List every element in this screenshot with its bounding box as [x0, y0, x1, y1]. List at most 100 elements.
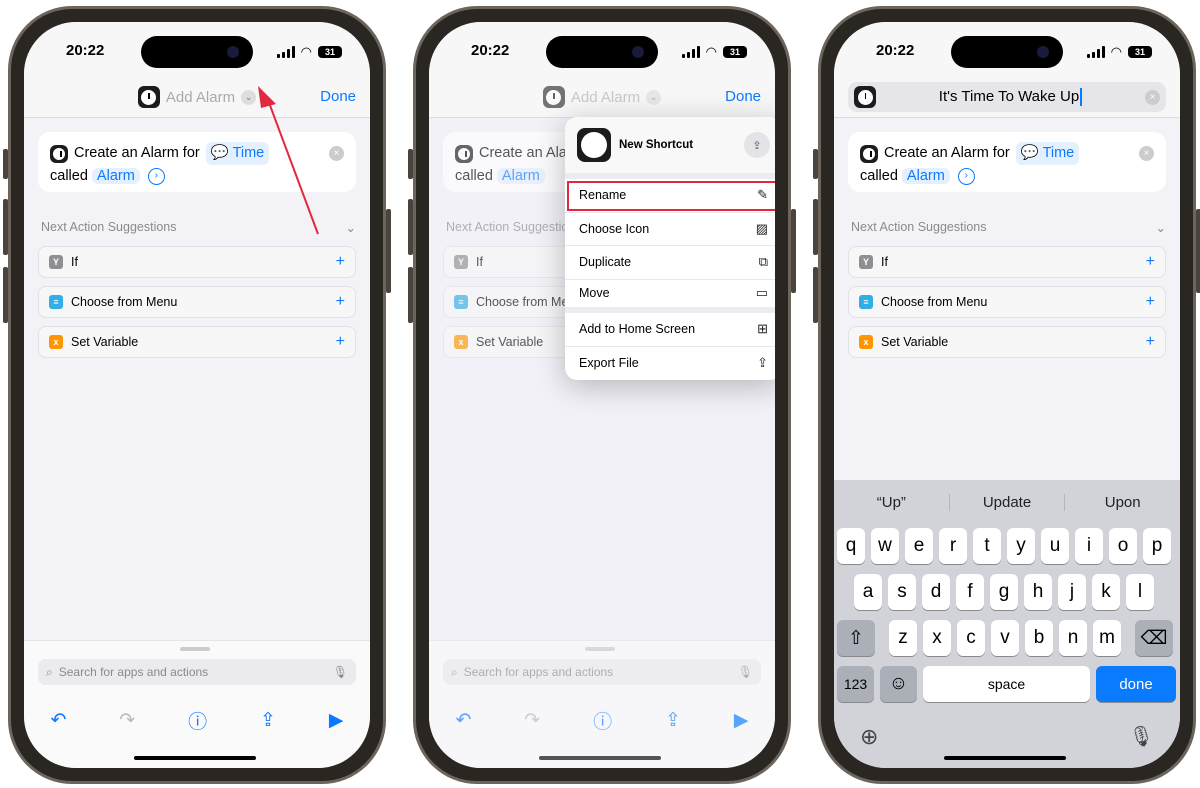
time-token[interactable]: 💬 Time [1015, 142, 1080, 165]
add-icon[interactable]: + [1146, 333, 1155, 351]
key-y[interactable]: y [1007, 528, 1035, 564]
expand-icon[interactable]: › [957, 167, 975, 185]
microphone-icon[interactable]: 🎙 [333, 665, 348, 679]
info-icon[interactable]: ⓘ [188, 707, 207, 734]
battery-icon: 31 [318, 46, 342, 58]
search-input[interactable]: ⌕ Search for apps and actions 🎙 [38, 659, 356, 685]
key-j[interactable]: j [1058, 574, 1086, 610]
key-g[interactable]: g [990, 574, 1018, 610]
undo-icon[interactable]: ↶ [50, 709, 66, 732]
menu-item-duplicate[interactable]: Duplicate ⧉ [565, 246, 775, 280]
share-icon[interactable]: ⇪ [744, 132, 770, 158]
key-f[interactable]: f [956, 574, 984, 610]
rename-input[interactable]: It's Time To Wake Up × [848, 82, 1166, 112]
redo-icon[interactable]: ↷ [119, 709, 135, 732]
suggestion-set-variable[interactable]: x Set Variable + [38, 326, 356, 358]
clock-icon [860, 144, 878, 163]
key-r[interactable]: r [939, 528, 967, 564]
remove-action-icon[interactable]: × [1139, 146, 1154, 161]
prediction[interactable]: Update [950, 493, 1066, 511]
done-button[interactable]: Done [320, 88, 356, 105]
clock-icon [854, 86, 876, 108]
clock-icon [137, 86, 160, 108]
shift-key[interactable]: ⇧ [837, 620, 875, 656]
create-alarm-action[interactable]: Create an Alarm for 💬 Time called Alarm … [848, 132, 1166, 192]
chevron-down-icon[interactable]: ⌄ [1156, 220, 1166, 235]
action-text: Create an Alarm for [74, 145, 200, 161]
key-q[interactable]: q [837, 528, 865, 564]
suggestion-choose-from-menu[interactable]: ≡ Choose from Menu + [38, 286, 356, 318]
photo-icon: ▨ [755, 220, 768, 236]
chevron-down-icon[interactable]: ⌄ [346, 220, 356, 235]
remove-action-icon[interactable]: × [329, 146, 344, 161]
done-button[interactable]: Done [725, 88, 761, 105]
play-icon[interactable]: ▶ [329, 709, 344, 732]
home-indicator [944, 756, 1066, 760]
alarm-token[interactable]: Alarm [901, 168, 950, 184]
emoji-key[interactable]: ☺ [880, 666, 917, 702]
sheet-handle[interactable] [180, 647, 210, 651]
phone-3: It's Time To Wake Up × 20:22 ◠ 31 Create… [813, 6, 1200, 784]
expand-icon[interactable]: › [147, 167, 165, 185]
pencil-icon: ✎ [757, 187, 768, 203]
key-l[interactable]: l [1126, 574, 1154, 610]
key-d[interactable]: d [922, 574, 950, 610]
suggestions-header[interactable]: Next Action Suggestions ⌄ [41, 220, 356, 235]
key-c[interactable]: c [957, 620, 985, 656]
suggestion-set-variable[interactable]: x Set Variable + [848, 326, 1166, 358]
shortcut-title[interactable]: Add Alarm ⌄ [429, 86, 775, 108]
add-icon[interactable]: + [336, 293, 345, 311]
home-indicator [134, 756, 256, 760]
key-v[interactable]: v [991, 620, 1019, 656]
space-key[interactable]: space [923, 666, 1090, 702]
key-p[interactable]: p [1143, 528, 1171, 564]
key-e[interactable]: e [905, 528, 933, 564]
shortcut-menu: New Shortcut ⇪ Rename ✎ Choose Icon ▨ Dupl… [565, 117, 775, 380]
key-a[interactable]: a [854, 574, 882, 610]
key-t[interactable]: t [973, 528, 1001, 564]
key-o[interactable]: o [1109, 528, 1137, 564]
key-m[interactable]: m [1093, 620, 1121, 656]
add-icon[interactable]: + [1146, 293, 1155, 311]
create-alarm-action[interactable]: Create an Alarm for 💬 Time called Alarm … [38, 132, 356, 192]
chevron-down-icon[interactable]: ⌄ [241, 89, 257, 105]
alarm-token[interactable]: Alarm [91, 168, 140, 184]
key-i[interactable]: i [1075, 528, 1103, 564]
suggestion-if[interactable]: Y If + [38, 246, 356, 278]
clear-text-icon[interactable]: × [1145, 89, 1160, 105]
key-n[interactable]: n [1059, 620, 1087, 656]
share-icon[interactable]: ⇪ [260, 709, 276, 732]
chevron-down-icon[interactable]: ⌄ [646, 89, 662, 105]
globe-icon[interactable]: ⊕ [860, 724, 878, 750]
key-w[interactable]: w [871, 528, 899, 564]
menu-item-add-to-home-screen[interactable]: Add to Home Screen ⊞ [565, 313, 775, 347]
done-key[interactable]: done [1096, 666, 1176, 702]
prediction[interactable]: Upon [1065, 494, 1180, 511]
suggestions-header[interactable]: Next Action Suggestions ⌄ [851, 220, 1166, 235]
menu-item-choose-icon[interactable]: Choose Icon ▨ [565, 213, 775, 246]
shortcut-name: Add Alarm [570, 88, 641, 106]
prediction[interactable]: “Up” [834, 493, 950, 511]
menu-item-move[interactable]: Move ▭ [565, 280, 775, 313]
key-x[interactable]: x [923, 620, 951, 656]
delete-key[interactable]: ⌫ [1135, 620, 1173, 656]
numbers-key[interactable]: 123 [837, 666, 874, 702]
add-icon[interactable]: + [336, 333, 345, 351]
key-k[interactable]: k [1092, 574, 1120, 610]
key-s[interactable]: s [888, 574, 916, 610]
shortcut-title[interactable]: Add Alarm ⌄ [24, 86, 370, 108]
microphone-icon[interactable]: 🎙 [1129, 724, 1154, 749]
key-h[interactable]: h [1024, 574, 1052, 610]
add-icon[interactable]: + [336, 253, 345, 271]
suggestion-choose-from-menu[interactable]: ≡ Choose from Menu + [848, 286, 1166, 318]
menu-item-export-file[interactable]: Export File ⇪ [565, 347, 775, 381]
key-z[interactable]: z [889, 620, 917, 656]
menu-item-rename[interactable]: Rename ✎ [565, 179, 775, 213]
key-u[interactable]: u [1041, 528, 1069, 564]
wifi-icon: ◠ [705, 44, 717, 59]
cellular-signal-icon [276, 46, 295, 58]
key-b[interactable]: b [1025, 620, 1053, 656]
add-icon[interactable]: + [1146, 253, 1155, 271]
suggestion-if[interactable]: Y If + [848, 246, 1166, 278]
time-token[interactable]: 💬 Time [205, 142, 270, 165]
